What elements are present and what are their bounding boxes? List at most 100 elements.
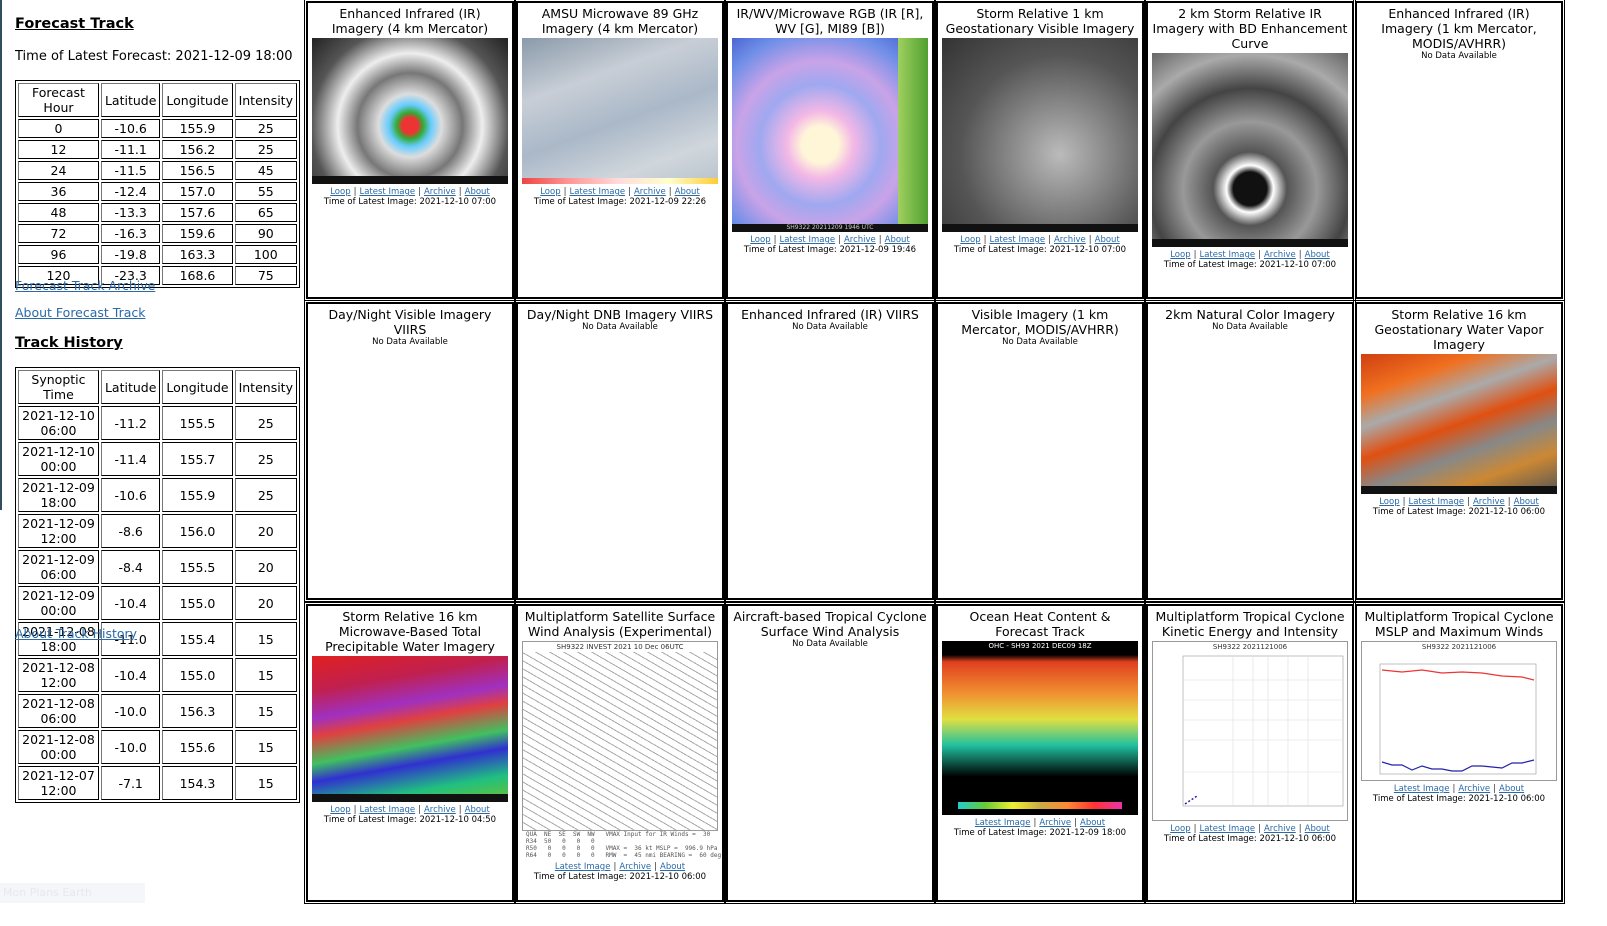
- forecast-track-cell: 163.3: [162, 245, 233, 264]
- tile-title: Aircraft-based Tropical Cyclone Surface …: [733, 609, 927, 639]
- tile-title: AMSU Microwave 89 GHz Imagery (4 km Merc…: [541, 6, 699, 36]
- latest-link[interactable]: Latest Image: [989, 235, 1045, 245]
- latest-link[interactable]: Latest Image: [975, 818, 1031, 828]
- archive-link[interactable]: Archive: [424, 805, 456, 815]
- latest-image-time: Time of Latest Image: 2021-12-09 18:00: [953, 828, 1127, 838]
- visible-image[interactable]: [942, 38, 1138, 232]
- loop-link[interactable]: Loop: [1379, 497, 1399, 507]
- wind-analysis-image[interactable]: SH9322 INVEST 2021 10 Dec 06UTC: [522, 641, 718, 831]
- chart-caption: OHC - SH93 2021 DEC09 18Z: [942, 641, 1138, 651]
- archive-link[interactable]: Archive: [844, 235, 876, 245]
- track-history-cell: 2021-12-08 06:00: [18, 694, 99, 728]
- tile-title: 2 km Storm Relative IR Imagery with BD E…: [1152, 6, 1348, 51]
- archive-link[interactable]: Archive: [1054, 235, 1086, 245]
- latest-link[interactable]: Latest Image: [359, 187, 415, 197]
- forecast-track-row: 48 -13.3 157.6 65: [18, 203, 297, 222]
- chart-caption: SH9322 INVEST 2021 10 Dec 06UTC: [523, 642, 717, 652]
- image-caption-bar: [942, 224, 1138, 232]
- forecast-track-cell: -13.3: [100, 203, 161, 222]
- about-link[interactable]: About: [885, 235, 910, 245]
- loop-link[interactable]: Loop: [1170, 824, 1190, 834]
- loop-link[interactable]: Loop: [330, 187, 350, 197]
- forecast-track-column-header: Intensity: [234, 83, 297, 117]
- about-forecast-track-link[interactable]: About Forecast Track: [15, 305, 146, 320]
- left-panel: Forecast Track Time of Latest Forecast: …: [0, 0, 300, 926]
- about-link[interactable]: About: [660, 862, 685, 872]
- latest-link[interactable]: Latest Image: [1199, 824, 1255, 834]
- latest-link[interactable]: Latest Image: [1199, 250, 1255, 260]
- forecast-track-cell: 155.9: [162, 119, 233, 138]
- track-history-cell: 25: [234, 442, 297, 476]
- archive-link[interactable]: Archive: [619, 862, 651, 872]
- about-link[interactable]: About: [465, 187, 490, 197]
- latest-link[interactable]: Latest Image: [569, 187, 625, 197]
- track-history-row: 2021-12-09 00:00 -10.4 155.0 20: [18, 586, 297, 620]
- archive-link[interactable]: Archive: [634, 187, 666, 197]
- archive-link[interactable]: Archive: [424, 187, 456, 197]
- forecast-track-heading: Forecast Track: [15, 16, 134, 32]
- about-link[interactable]: About: [1514, 497, 1539, 507]
- loop-link[interactable]: Loop: [540, 187, 560, 197]
- chart-caption: SH9322 2021121006: [1153, 642, 1347, 652]
- forecast-track-archive-link[interactable]: Forecast Track Archive: [15, 278, 155, 293]
- no-data-label: No Data Available: [792, 639, 868, 649]
- latest-image-time: Time of Latest Image: 2021-12-10 06:00: [1372, 794, 1546, 804]
- latest-link[interactable]: Latest Image: [359, 805, 415, 815]
- track-history-header-row: Synoptic Time Latitude Longitude Intensity: [18, 370, 297, 404]
- about-link[interactable]: About: [1305, 824, 1330, 834]
- about-link[interactable]: About: [1305, 250, 1330, 260]
- latest-link[interactable]: Latest Image: [1408, 497, 1464, 507]
- loop-link[interactable]: Loop: [960, 235, 980, 245]
- rgb-image[interactable]: SH9322 20211209 1946 UTC: [732, 38, 928, 232]
- tile-title: Multiplatform Satellite Surface Wind Ana…: [524, 609, 716, 639]
- archive-link[interactable]: Archive: [1264, 824, 1296, 834]
- track-history-row: 2021-12-08 12:00 -10.4 155.0 15: [18, 658, 297, 692]
- wind-radii-line: QUA NE SE SW NW VMAX Input for IR Winds …: [526, 831, 711, 838]
- image-caption-bar: SH9322 20211209 1946 UTC: [732, 224, 928, 232]
- about-link[interactable]: About: [675, 187, 700, 197]
- ir-satellite-image[interactable]: [312, 38, 508, 184]
- track-history-cell: 2021-12-08 00:00: [18, 730, 99, 764]
- wind-radii-summary: QUA NE SE SW NW VMAX Input for IR Winds …: [518, 831, 722, 859]
- bd-curve-image[interactable]: [1152, 53, 1348, 247]
- about-link[interactable]: About: [1095, 235, 1120, 245]
- faded-footer-text: Mon Plans Earth: [0, 883, 145, 903]
- tile-title: Day/Night DNB Imagery VIIRS: [526, 307, 714, 322]
- imagery-tile: Visible Imagery (1 km Mercator, MODIS/AV…: [934, 300, 1146, 602]
- ke-chart-image[interactable]: SH9322 2021121006: [1152, 641, 1348, 821]
- link-separator: |: [628, 187, 631, 197]
- microwave-image[interactable]: [522, 38, 718, 184]
- tpw-image[interactable]: [312, 656, 508, 802]
- track-history-cell: 20: [234, 550, 297, 584]
- forecast-track-cell: 157.0: [162, 182, 233, 201]
- link-separator: |: [1298, 824, 1302, 834]
- ohc-image[interactable]: OHC - SH93 2021 DEC09 18Z: [942, 641, 1138, 815]
- about-track-history-link[interactable]: About Track History: [15, 626, 137, 641]
- loop-link[interactable]: Loop: [1170, 250, 1190, 260]
- loop-link[interactable]: Loop: [750, 235, 770, 245]
- about-link[interactable]: About: [1080, 818, 1105, 828]
- water-vapor-image[interactable]: [1361, 354, 1557, 494]
- mslp-chart-plot: [1379, 663, 1537, 775]
- forecast-time: Time of Latest Forecast: 2021-12-09 18:0…: [15, 49, 293, 64]
- latest-link[interactable]: Latest Image: [779, 235, 835, 245]
- archive-link[interactable]: Archive: [1473, 497, 1505, 507]
- imagery-tile: IR/WV/Microwave RGB (IR [R], WV [G], MI8…: [724, 0, 936, 301]
- mslp-chart-image[interactable]: SH9322 2021121006: [1361, 641, 1557, 781]
- no-data-label: No Data Available: [582, 322, 658, 332]
- latest-link[interactable]: Latest Image: [555, 862, 611, 872]
- tile-links: Loop | Latest Image | Archive | About: [308, 805, 512, 815]
- forecast-track-cell: 90: [234, 224, 297, 243]
- imagery-tile: Ocean Heat Content & Forecast Track OHC -…: [934, 602, 1146, 904]
- track-history-column-header: Latitude: [100, 370, 161, 404]
- link-separator: |: [1074, 818, 1077, 828]
- link-separator: |: [1258, 824, 1261, 834]
- tile-links: Loop | Latest Image | Archive | About: [1148, 824, 1352, 834]
- archive-link[interactable]: Archive: [1039, 818, 1071, 828]
- tile-title: Multiplatform Tropical Cyclone MSLP and …: [1364, 609, 1554, 639]
- about-link[interactable]: About: [465, 805, 490, 815]
- track-history-cell: 2021-12-09 12:00: [18, 514, 99, 548]
- forecast-track-header-row: Forecast Hour Latitude Longitude Intensity: [18, 83, 297, 117]
- archive-link[interactable]: Archive: [1264, 250, 1296, 260]
- loop-link[interactable]: Loop: [330, 805, 350, 815]
